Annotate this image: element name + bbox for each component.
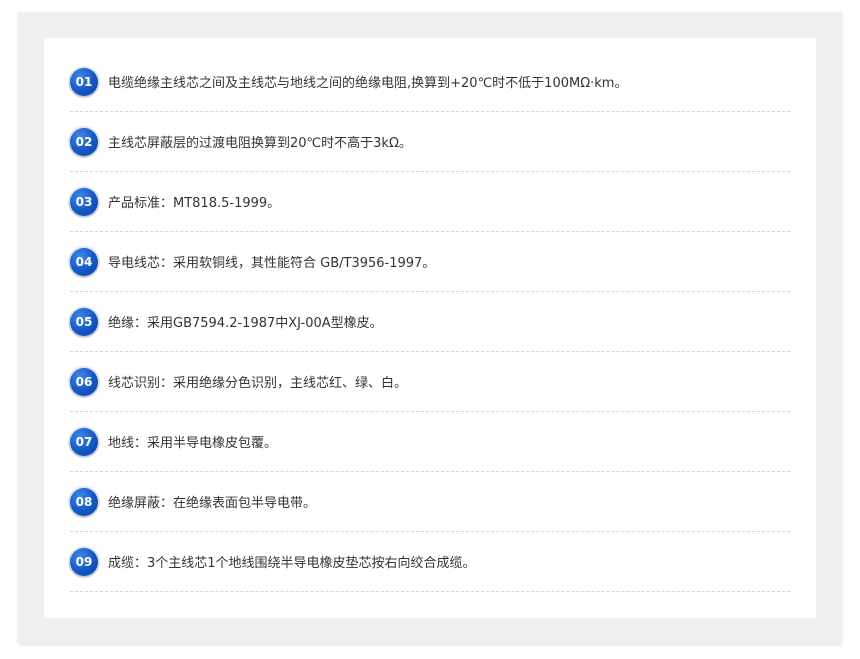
- item-number-badge: 04: [70, 247, 98, 276]
- item-text: 电缆绝缘主线芯之间及主线芯与地线之间的绝缘电阻,换算到+20℃时不低于100MΩ…: [108, 76, 628, 91]
- item-number-badge: 08: [70, 487, 98, 516]
- item-number-badge: 03: [70, 187, 98, 216]
- list-item: 07 地线：采用半导电橡皮包覆。: [70, 412, 790, 472]
- list-item: 09 成缆：3个主线芯1个地线围绕半导电橡皮垫芯按右向绞合成缆。: [70, 532, 790, 592]
- item-text: 绝缘屏蔽：在绝缘表面包半导电带。: [108, 496, 317, 511]
- list-item: 08 绝缘屏蔽：在绝缘表面包半导电带。: [70, 472, 790, 532]
- spec-list: 01 电缆绝缘主线芯之间及主线芯与地线之间的绝缘电阻,换算到+20℃时不低于10…: [70, 52, 790, 592]
- item-text: 主线芯屏蔽层的过渡电阻换算到20℃时不高于3kΩ。: [108, 136, 412, 151]
- item-number-badge: 09: [70, 547, 98, 576]
- content-panel: 01 电缆绝缘主线芯之间及主线芯与地线之间的绝缘电阻,换算到+20℃时不低于10…: [18, 12, 842, 644]
- item-number-badge: 07: [70, 427, 98, 456]
- item-number-badge: 05: [70, 307, 98, 336]
- spec-card: 01 电缆绝缘主线芯之间及主线芯与地线之间的绝缘电阻,换算到+20℃时不低于10…: [44, 38, 816, 618]
- item-text: 绝缘：采用GB7594.2-1987中XJ-00A型橡皮。: [108, 316, 383, 331]
- list-item: 04 导电线芯：采用软铜线，其性能符合 GB/T3956-1997。: [70, 232, 790, 292]
- item-text: 导电线芯：采用软铜线，其性能符合 GB/T3956-1997。: [108, 256, 436, 271]
- item-number-badge: 01: [70, 67, 98, 96]
- item-text: 地线：采用半导电橡皮包覆。: [108, 436, 278, 451]
- list-item: 01 电缆绝缘主线芯之间及主线芯与地线之间的绝缘电阻,换算到+20℃时不低于10…: [70, 52, 790, 112]
- item-text: 产品标准：MT818.5-1999。: [108, 196, 281, 211]
- list-item: 06 线芯识别：采用绝缘分色识别，主线芯红、绿、白。: [70, 352, 790, 412]
- item-text: 成缆：3个主线芯1个地线围绕半导电橡皮垫芯按右向绞合成缆。: [108, 556, 476, 571]
- list-item: 05 绝缘：采用GB7594.2-1987中XJ-00A型橡皮。: [70, 292, 790, 352]
- item-text: 线芯识别：采用绝缘分色识别，主线芯红、绿、白。: [108, 376, 408, 391]
- item-number-badge: 02: [70, 127, 98, 156]
- list-item: 02 主线芯屏蔽层的过渡电阻换算到20℃时不高于3kΩ。: [70, 112, 790, 172]
- list-item: 03 产品标准：MT818.5-1999。: [70, 172, 790, 232]
- item-number-badge: 06: [70, 367, 98, 396]
